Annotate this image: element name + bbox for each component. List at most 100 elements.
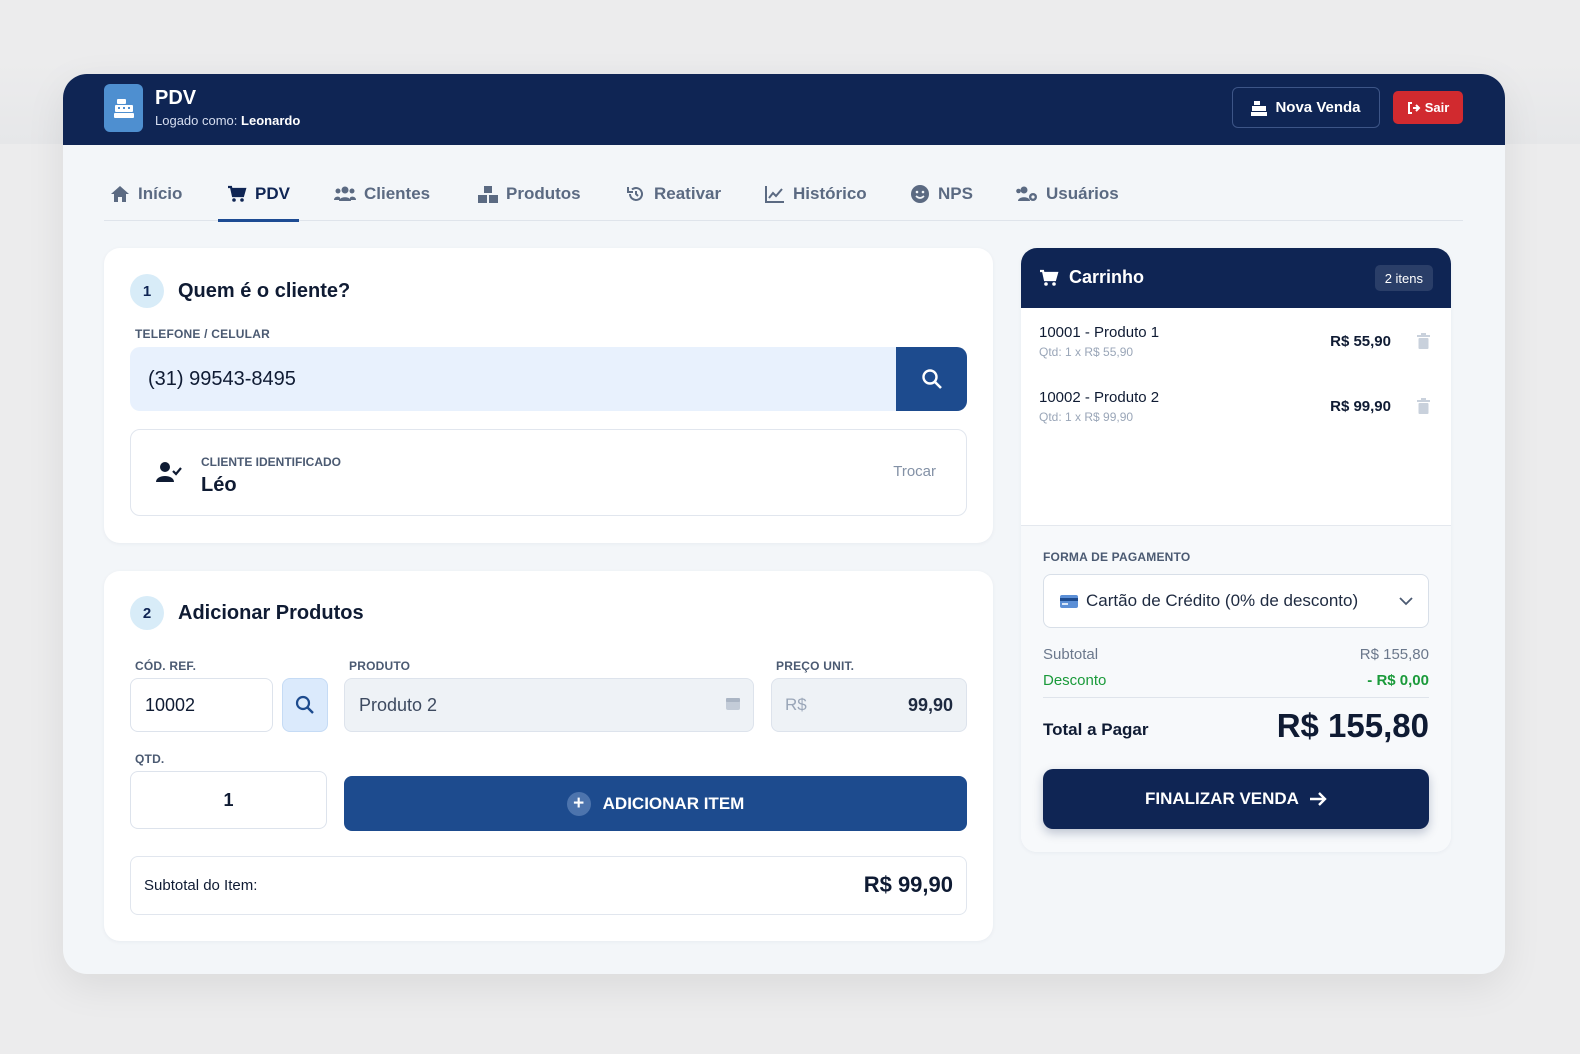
tab-clientes[interactable]: Clientes bbox=[334, 166, 430, 221]
app-window: PDV Logado como: Leonardo Nova Venda Sai… bbox=[63, 74, 1505, 974]
tab-label: NPS bbox=[938, 183, 973, 203]
client-step-header: 1 Quem é o cliente? bbox=[130, 274, 350, 308]
ref-search-button[interactable] bbox=[282, 678, 328, 732]
item-subtotal-value: R$ 99,90 bbox=[863, 872, 953, 897]
main-nav: Início PDV Clientes Produtos Reativar Hi… bbox=[104, 166, 1463, 222]
qty-input[interactable]: 1 bbox=[130, 771, 327, 829]
logout-label: Sair bbox=[1424, 100, 1450, 115]
payment-method-select[interactable]: Cartão de Crédito (0% de desconto) bbox=[1043, 574, 1429, 628]
total-label: Total a Pagar bbox=[1043, 720, 1149, 739]
tab-produtos[interactable]: Produtos bbox=[478, 166, 581, 221]
new-sale-label: Nova Venda bbox=[1275, 99, 1361, 116]
tab-label: Histórico bbox=[793, 183, 867, 203]
tab-label: Reativar bbox=[654, 183, 722, 203]
tab-usuarios[interactable]: Usuários bbox=[1016, 166, 1119, 221]
identified-client-box: CLIENTE IDENTIFICADO Léo Trocar bbox=[130, 429, 967, 516]
payment-label: FORMA DE PAGAMENTO bbox=[1043, 550, 1191, 564]
new-sale-button[interactable]: Nova Venda bbox=[1232, 87, 1380, 128]
cart-item-name: 10002 - Produto 2 bbox=[1039, 389, 1160, 406]
tab-reativar[interactable]: Reativar bbox=[626, 166, 721, 221]
smile-icon bbox=[911, 184, 929, 203]
cart-header: Carrinho 2 itens bbox=[1021, 248, 1451, 308]
cash-register-icon bbox=[104, 84, 143, 132]
product-name-field: Produto 2 bbox=[344, 678, 754, 732]
logged-as: Logado como: Leonardo bbox=[155, 113, 300, 128]
subtotal-value: R$ 155,80 bbox=[1359, 646, 1429, 663]
credit-card-icon bbox=[1060, 594, 1078, 608]
calendar-icon bbox=[726, 698, 740, 710]
price-label: PREÇO UNIT. bbox=[776, 659, 855, 673]
chart-line-icon bbox=[765, 185, 784, 203]
app-title: PDV bbox=[155, 87, 197, 109]
cart-icon bbox=[228, 185, 247, 202]
user-check-icon bbox=[156, 462, 182, 482]
client-card: 1 Quem é o cliente? TELEFONE / CELULAR (… bbox=[104, 248, 993, 543]
product-label: PRODUTO bbox=[349, 659, 411, 673]
phone-search-button[interactable] bbox=[896, 347, 967, 411]
change-client-link[interactable]: Trocar bbox=[893, 463, 936, 480]
payment-method-value: Cartão de Crédito (0% de desconto) bbox=[1086, 591, 1359, 610]
step-title: Adicionar Produtos bbox=[178, 601, 364, 624]
boxes-icon bbox=[478, 185, 498, 203]
add-item-label: ADICIONAR ITEM bbox=[602, 793, 745, 813]
tab-pdv[interactable]: PDV bbox=[218, 166, 299, 222]
products-step-header: 2 Adicionar Produtos bbox=[130, 596, 364, 630]
tab-nps[interactable]: NPS bbox=[910, 166, 973, 221]
tab-label: PDV bbox=[255, 183, 290, 203]
cart-panel: Carrinho 2 itens 10001 - Produto 1 Qtd: … bbox=[1021, 248, 1451, 852]
history-icon bbox=[627, 186, 643, 201]
discount-value: - R$ 0,00 bbox=[1367, 672, 1429, 689]
finalize-label: FINALIZAR VENDA bbox=[1145, 789, 1299, 808]
total-row: Total a Pagar R$ 155,80 bbox=[1043, 707, 1429, 747]
tab-label: Início bbox=[138, 183, 183, 203]
search-icon bbox=[921, 369, 942, 389]
users-icon bbox=[334, 186, 356, 201]
cart-item-price: R$ 99,90 bbox=[1330, 398, 1391, 415]
finalize-sale-button[interactable]: FINALIZAR VENDA bbox=[1043, 769, 1429, 829]
ref-label: CÓD. REF. bbox=[135, 659, 197, 673]
logout-button[interactable]: Sair bbox=[1393, 91, 1463, 124]
qty-label: QTD. bbox=[135, 752, 165, 766]
subtotal-label: Subtotal bbox=[1043, 646, 1099, 663]
users-cog-icon bbox=[1016, 186, 1037, 201]
search-icon bbox=[295, 695, 314, 714]
cart-item-name: 10001 - Produto 1 bbox=[1039, 324, 1160, 341]
identified-label: CLIENTE IDENTIFICADO bbox=[201, 455, 341, 469]
step-badge: 1 bbox=[130, 274, 164, 308]
cart-item-detail: Qtd: 1 x R$ 55,90 bbox=[1039, 345, 1134, 359]
cart-count-badge: 2 itens bbox=[1374, 265, 1433, 291]
tab-label: Clientes bbox=[364, 183, 431, 203]
chevron-down-icon bbox=[1399, 597, 1413, 606]
cart-item: 10002 - Produto 2 Qtd: 1 x R$ 99,90 R$ 9… bbox=[1039, 389, 1434, 439]
add-item-button[interactable]: + ADICIONAR ITEM bbox=[344, 776, 967, 831]
phone-label: TELEFONE / CELULAR bbox=[135, 327, 270, 341]
cart-title-label: Carrinho bbox=[1069, 267, 1145, 287]
tab-historico[interactable]: Histórico bbox=[765, 166, 867, 221]
client-name: Léo bbox=[201, 474, 237, 496]
cart-title: Carrinho bbox=[1039, 267, 1144, 288]
logged-user-name: Leonardo bbox=[241, 113, 301, 128]
tab-label: Produtos bbox=[506, 183, 581, 203]
discount-label: Desconto bbox=[1043, 672, 1107, 689]
home-icon bbox=[111, 185, 129, 202]
item-subtotal-box: Subtotal do Item: R$ 99,90 bbox=[130, 856, 967, 915]
step-badge: 2 bbox=[130, 596, 164, 630]
trash-icon[interactable] bbox=[1417, 398, 1430, 414]
ref-input[interactable]: 10002 bbox=[130, 678, 273, 732]
trash-icon[interactable] bbox=[1417, 333, 1430, 349]
price-value: 99,90 bbox=[907, 694, 953, 715]
cart-icon bbox=[1040, 269, 1059, 286]
payment-area: FORMA DE PAGAMENTO Cartão de Crédito (0%… bbox=[1021, 525, 1451, 852]
product-name-value: Produto 2 bbox=[359, 694, 438, 715]
plus-icon: + bbox=[566, 791, 591, 816]
sign-out-icon bbox=[1407, 101, 1421, 114]
cart-item: 10001 - Produto 1 Qtd: 1 x R$ 55,90 R$ 5… bbox=[1039, 324, 1434, 374]
summary-divider bbox=[1043, 697, 1429, 698]
unit-price-field: R$ 99,90 bbox=[771, 678, 967, 732]
tab-label: Usuários bbox=[1046, 183, 1119, 203]
arrow-right-icon bbox=[1309, 792, 1327, 806]
tab-inicio[interactable]: Início bbox=[110, 166, 182, 221]
phone-input[interactable]: (31) 99543-8495 bbox=[130, 347, 896, 411]
cart-item-detail: Qtd: 1 x R$ 99,90 bbox=[1039, 410, 1134, 424]
logged-as-prefix: Logado como: bbox=[155, 113, 238, 128]
